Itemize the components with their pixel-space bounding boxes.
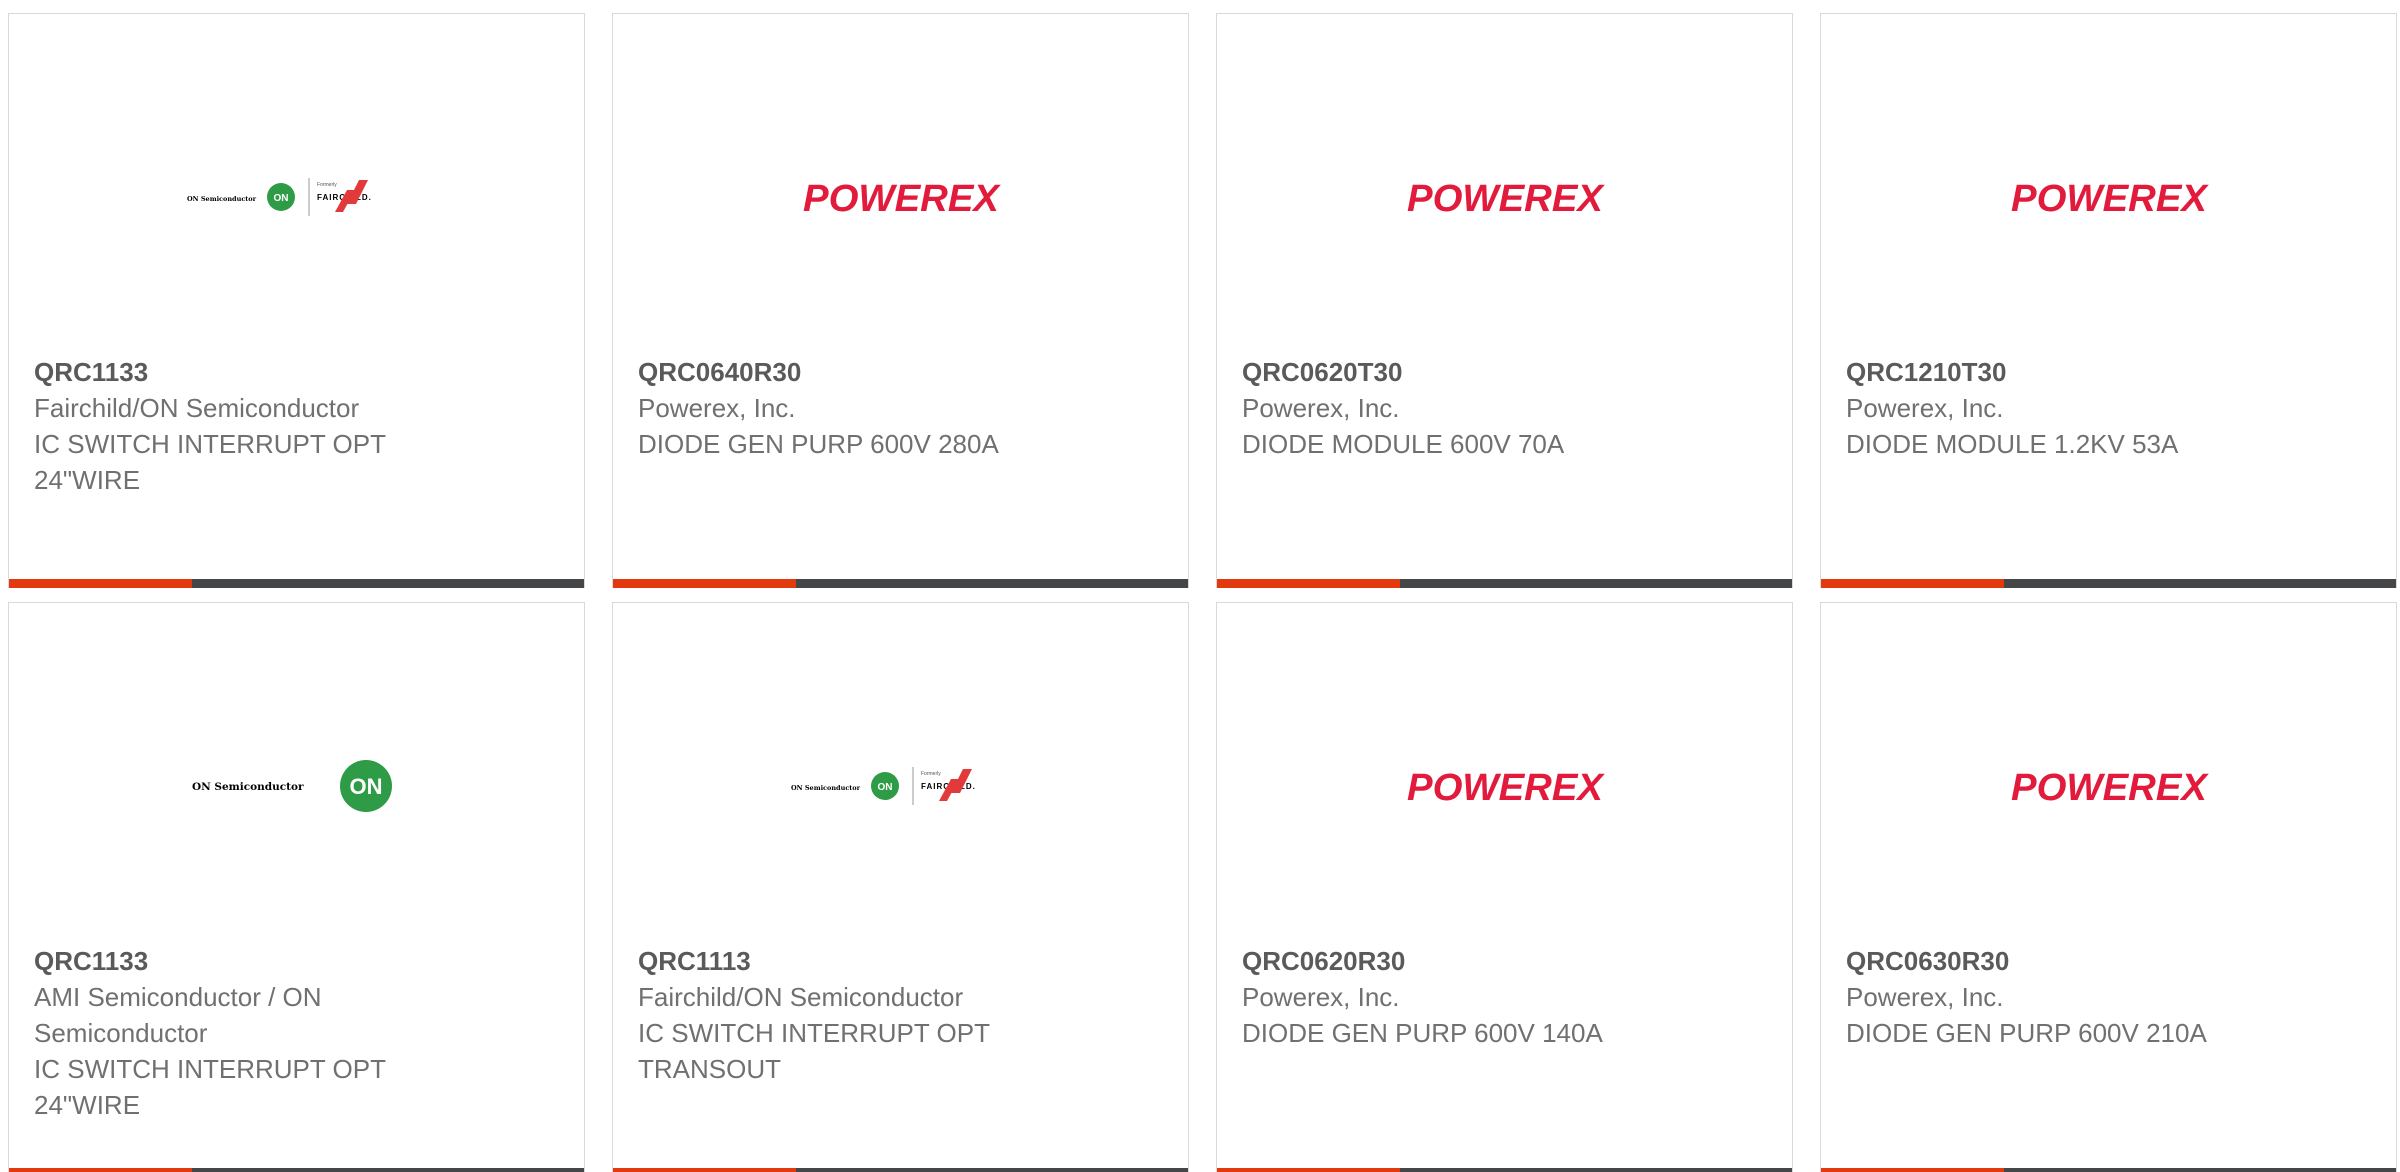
card-footer-accent [1217, 579, 1400, 588]
manufacturer-name: Powerex, Inc. [1242, 982, 1400, 1012]
svg-text:POWEREX: POWEREX [2011, 178, 2209, 217]
product-description: IC SWITCH INTERRUPT OPT TRANSOUT [638, 1018, 990, 1084]
svg-text:ON: ON [349, 774, 382, 799]
product-description: IC SWITCH INTERRUPT OPT 24"WIRE [34, 1054, 386, 1120]
manufacturer-name: Powerex, Inc. [1846, 393, 2004, 423]
product-card[interactable]: POWEREX QRC0620T30 Powerex, Inc. DIODE M… [1216, 13, 1793, 588]
product-info: QRC0640R30 Powerex, Inc. DIODE GEN PURP … [638, 354, 1058, 462]
product-card[interactable]: ON Semiconductor ON Formerly FAIRCHILD. … [612, 602, 1189, 1172]
card-footer-bar [1217, 579, 1792, 588]
part-number[interactable]: QRC0620T30 [1242, 354, 1662, 390]
card-footer-accent [613, 1168, 796, 1172]
svg-text:ON: ON [877, 782, 892, 793]
part-number[interactable]: QRC0620R30 [1242, 943, 1662, 979]
product-grid: ON Semiconductor ON Formerly FAIRCHILD. … [0, 0, 2400, 1172]
manufacturer-logo: ON Semiconductor ON [9, 733, 584, 838]
product-description: IC SWITCH INTERRUPT OPT 24"WIRE [34, 429, 386, 495]
card-footer-bar [613, 579, 1188, 588]
product-description: DIODE GEN PURP 600V 210A [1846, 1018, 2207, 1048]
card-footer-bar [9, 1168, 584, 1172]
product-info: QRC1210T30 Powerex, Inc. DIODE MODULE 1.… [1846, 354, 2266, 462]
svg-text:POWEREX: POWEREX [1407, 767, 1605, 806]
manufacturer-name: Powerex, Inc. [1846, 982, 2004, 1012]
card-footer-bar [9, 579, 584, 588]
svg-text:POWEREX: POWEREX [803, 178, 1001, 217]
part-number[interactable]: QRC1113 [638, 943, 1058, 979]
product-info: QRC0630R30 Powerex, Inc. DIODE GEN PURP … [1846, 943, 2266, 1051]
on-semiconductor-logo: ON Semiconductor ON [192, 759, 392, 812]
svg-text:ON Semiconductor: ON Semiconductor [791, 784, 861, 792]
card-footer-bar [1217, 1168, 1792, 1172]
product-card[interactable]: POWEREX QRC1210T30 Powerex, Inc. DIODE M… [1820, 13, 2397, 588]
powerex-logo: POWEREX [1407, 178, 1605, 217]
card-footer-accent [9, 1168, 192, 1172]
manufacturer-name: Fairchild/ON Semiconductor [638, 982, 964, 1012]
svg-text:Formerly: Formerly [921, 771, 941, 777]
manufacturer-name: Powerex, Inc. [1242, 393, 1400, 423]
svg-text:POWEREX: POWEREX [1407, 178, 1605, 217]
product-card[interactable]: ON Semiconductor ON QRC1133 AMI Semicond… [8, 602, 585, 1172]
manufacturer-logo: POWEREX [1217, 144, 1792, 249]
svg-text:ON: ON [273, 193, 288, 204]
manufacturer-name: AMI Semiconductor / ON Semiconductor [34, 982, 322, 1048]
manufacturer-logo: POWEREX [1217, 733, 1792, 838]
powerex-logo: POWEREX [803, 178, 1001, 217]
card-footer-bar [1821, 1168, 2396, 1172]
svg-text:Formerly: Formerly [317, 182, 337, 188]
manufacturer-name: Fairchild/ON Semiconductor [34, 393, 360, 423]
part-number[interactable]: QRC1133 [34, 943, 454, 979]
part-number[interactable]: QRC0630R30 [1846, 943, 2266, 979]
card-footer-accent [1821, 1168, 2004, 1172]
part-number[interactable]: QRC0640R30 [638, 354, 1058, 390]
card-footer-accent [1821, 579, 2004, 588]
svg-text:ON Semiconductor: ON Semiconductor [192, 781, 304, 793]
card-footer-bar [1821, 579, 2396, 588]
product-card[interactable]: ON Semiconductor ON Formerly FAIRCHILD. … [8, 13, 585, 588]
svg-text:POWEREX: POWEREX [2011, 767, 2209, 806]
on-fairchild-logo: ON Semiconductor ON Formerly FAIRCHILD. [187, 177, 370, 216]
svg-text:ON Semiconductor: ON Semiconductor [187, 195, 257, 203]
product-card[interactable]: POWEREX QRC0620R30 Powerex, Inc. DIODE G… [1216, 602, 1793, 1172]
manufacturer-logo: POWEREX [1821, 144, 2396, 249]
product-description: DIODE GEN PURP 600V 140A [1242, 1018, 1603, 1048]
part-number[interactable]: QRC1210T30 [1846, 354, 2266, 390]
manufacturer-logo: POWEREX [1821, 733, 2396, 838]
card-footer-accent [1217, 1168, 1400, 1172]
part-number[interactable]: QRC1133 [34, 354, 454, 390]
product-info: QRC0620T30 Powerex, Inc. DIODE MODULE 60… [1242, 354, 1662, 462]
product-info: QRC1113 Fairchild/ON Semiconductor IC SW… [638, 943, 1058, 1087]
card-footer-bar [613, 1168, 1188, 1172]
card-footer-accent [9, 579, 192, 588]
product-description: DIODE MODULE 1.2KV 53A [1846, 429, 2179, 459]
manufacturer-logo: ON Semiconductor ON Formerly FAIRCHILD. [9, 144, 584, 249]
powerex-logo: POWEREX [2011, 178, 2209, 217]
powerex-logo: POWEREX [2011, 767, 2209, 806]
manufacturer-logo: ON Semiconductor ON Formerly FAIRCHILD. [613, 733, 1188, 838]
product-card[interactable]: POWEREX QRC0630R30 Powerex, Inc. DIODE G… [1820, 602, 2397, 1172]
manufacturer-logo: POWEREX [613, 144, 1188, 249]
product-info: QRC0620R30 Powerex, Inc. DIODE GEN PURP … [1242, 943, 1662, 1051]
product-info: QRC1133 AMI Semiconductor / ON Semicondu… [34, 943, 454, 1123]
product-info: QRC1133 Fairchild/ON Semiconductor IC SW… [34, 354, 454, 498]
manufacturer-name: Powerex, Inc. [638, 393, 796, 423]
card-footer-accent [613, 579, 796, 588]
on-fairchild-logo: ON Semiconductor ON Formerly FAIRCHILD. [791, 766, 974, 805]
powerex-logo: POWEREX [1407, 767, 1605, 806]
product-description: DIODE GEN PURP 600V 280A [638, 429, 999, 459]
product-card[interactable]: POWEREX QRC0640R30 Powerex, Inc. DIODE G… [612, 13, 1189, 588]
product-description: DIODE MODULE 600V 70A [1242, 429, 1565, 459]
